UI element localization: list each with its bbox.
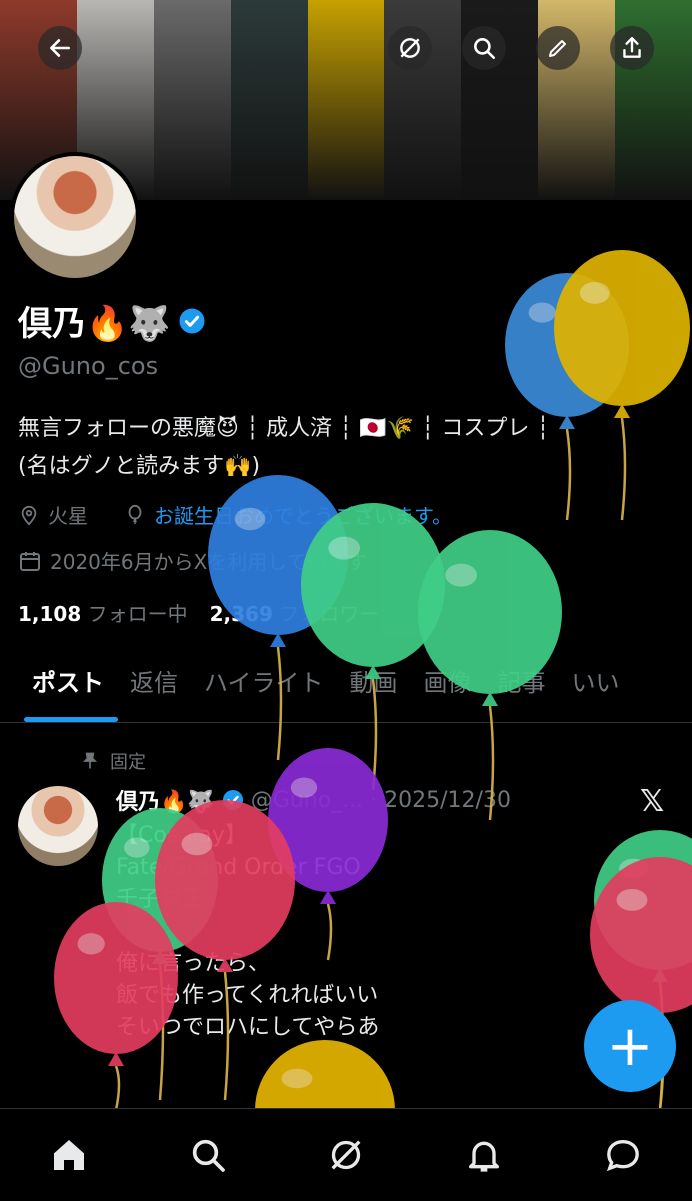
back-icon: [50, 39, 70, 57]
following-label: フォロー中: [87, 602, 188, 626]
nav-notifications[interactable]: [462, 1133, 506, 1177]
tab-1[interactable]: 返信: [116, 660, 190, 706]
joined-text: 2020年6月からXを利用しています: [50, 550, 367, 574]
search-icon: [192, 1139, 225, 1172]
chat-bubble-icon: [606, 1139, 639, 1172]
follow-counts: 1,108 フォロー中 2,369 フォロワー: [18, 598, 379, 627]
followers-label: フォロワー: [279, 602, 380, 626]
profile-bio: 無言フォローの悪魔😈 ┆ 成人済 ┆ 🇯🇵🌾 ┆ コスプレ ┆ (名はグノと読み…: [18, 410, 678, 486]
pinned-indicator: 固定: [80, 748, 146, 774]
pinned-label: 固定: [110, 752, 146, 773]
following-count: 1,108: [18, 602, 82, 626]
profile-name-row: 倶乃🔥🐺: [18, 296, 207, 345]
grok-icon: [400, 38, 420, 58]
pin-icon: [82, 752, 98, 769]
nav-home[interactable]: [47, 1133, 91, 1177]
followers-link[interactable]: 2,369 フォロワー: [210, 598, 380, 627]
profile-meta-row: 火星 お誕生日おめでとうございます。: [18, 500, 452, 529]
profile-tabs: ポスト 返信 ハイライト 動画 画像 記事 いい: [0, 660, 692, 723]
plus-icon: +: [606, 1013, 654, 1079]
location-text: 火星: [48, 504, 88, 528]
share-button[interactable]: [610, 26, 654, 70]
tab-6[interactable]: いい: [558, 660, 632, 706]
share-icon: [623, 37, 641, 58]
compose-button[interactable]: +: [584, 1000, 676, 1092]
verified-badge-icon: [222, 790, 243, 810]
grok-icon: [331, 1140, 361, 1170]
search-button[interactable]: [462, 26, 506, 70]
search-icon: [474, 38, 496, 60]
nav-search[interactable]: [186, 1133, 230, 1177]
post-header: 倶乃🔥🐺 @Guno_... · 2025/12/30: [116, 784, 511, 816]
verified-badge-icon[interactable]: [177, 306, 207, 336]
post-author-name[interactable]: 倶乃🔥🐺: [116, 784, 215, 816]
location-pin-icon: [21, 505, 37, 525]
profile-handle: @Guno_cos: [18, 352, 159, 380]
home-icon: [54, 1140, 85, 1170]
banner-photo-strip: [307, 0, 385, 200]
banner-photo-strip: [230, 0, 308, 200]
profile-avatar[interactable]: [10, 152, 140, 282]
balloon-icon: [128, 504, 142, 524]
post-text[interactable]: 【Cosplay】 Fate/Grand Order FGO 千子村正 俺に言っ…: [116, 820, 586, 1044]
tab-2[interactable]: ハイライト: [190, 660, 336, 706]
profile-name: 倶乃🔥🐺: [18, 304, 171, 344]
post-avatar[interactable]: [18, 786, 98, 866]
bio-line: 無言フォローの悪魔😈 ┆ 成人済 ┆ 🇯🇵🌾 ┆ コスプレ ┆: [18, 416, 550, 441]
bio-line: (名はグノと読みます🙌): [18, 454, 261, 479]
bottom-navigation: [0, 1108, 692, 1201]
nav-messages[interactable]: [601, 1133, 645, 1177]
followers-count: 2,369: [209, 602, 273, 626]
tab-0[interactable]: ポスト: [0, 660, 118, 722]
nav-grok[interactable]: [324, 1133, 368, 1177]
tab-5[interactable]: 記事: [484, 660, 558, 706]
birthday-link[interactable]: お誕生日おめでとうございます。: [154, 500, 452, 529]
bell-icon: [469, 1141, 500, 1172]
following-link[interactable]: 1,108 フォロー中: [18, 598, 188, 627]
banner-photo-strip: [153, 0, 231, 200]
joined-row: 2020年6月からXを利用しています: [18, 546, 367, 575]
edit-icon: [549, 40, 566, 57]
x-logo-icon: 𝕏: [640, 784, 665, 819]
post-handle-date: @Guno_... · 2025/12/30: [250, 787, 511, 813]
tab-3[interactable]: 動画: [336, 660, 410, 706]
grok-button[interactable]: [388, 26, 432, 70]
calendar-icon: [20, 551, 40, 571]
tab-4[interactable]: 画像: [410, 660, 484, 706]
edit-button[interactable]: [536, 26, 580, 70]
back-button[interactable]: [38, 26, 82, 70]
